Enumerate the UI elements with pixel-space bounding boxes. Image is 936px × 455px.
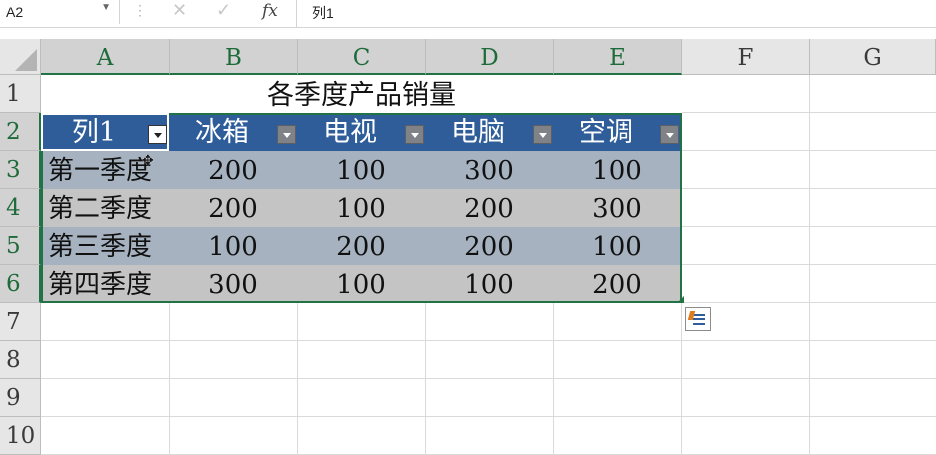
gridline [809, 75, 810, 455]
table-cell[interactable]: 100 [425, 265, 553, 303]
gridline [41, 378, 936, 379]
gridline [41, 416, 936, 417]
table-header-label: 冰箱 [195, 117, 249, 148]
formula-input[interactable]: 列1 [312, 3, 334, 23]
table-cell[interactable]: 200 [297, 227, 425, 265]
table-cell[interactable]: 100 [297, 265, 425, 303]
name-box-value: A2 [6, 4, 24, 20]
formula-bar: A2 ▼ ⋮ ✕ ✓ fx 列1 [0, 0, 936, 28]
select-all-corner[interactable] [0, 39, 41, 75]
row-header-9[interactable]: 9 [0, 379, 41, 417]
table-cell[interactable]: 300 [425, 151, 553, 189]
column-header-e[interactable]: E [554, 39, 682, 75]
insert-function-icon[interactable]: fx [262, 1, 278, 21]
table-cell[interactable]: 200 [425, 227, 553, 265]
row-header-5[interactable]: 5 [0, 227, 41, 265]
filter-dropdown-icon[interactable] [533, 125, 552, 144]
table-header-label: 电脑 [451, 117, 505, 148]
quick-analysis-icon[interactable] [685, 307, 711, 331]
table-cell[interactable]: 100 [297, 189, 425, 227]
enter-check-icon[interactable]: ✓ [216, 0, 231, 21]
table-cell[interactable]: 200 [425, 189, 553, 227]
name-box-dropdown-icon[interactable]: ▼ [101, 2, 111, 13]
table-cell[interactable]: 300 [553, 189, 681, 227]
table-cell[interactable]: 200 [169, 151, 297, 189]
row-header-3[interactable]: 3 [0, 151, 41, 189]
column-header-c[interactable]: C [298, 39, 426, 75]
table-cell[interactable]: 200 [169, 189, 297, 227]
table-cell[interactable]: 100 [553, 227, 681, 265]
column-header-b[interactable]: B [170, 39, 298, 75]
column-header-g[interactable]: G [810, 39, 936, 75]
table-row: 第一季度 200 100 300 100 [41, 151, 682, 189]
mouse-cursor-move-icon: ✥ [142, 153, 154, 169]
row-header-bar: 1 2 3 4 5 6 7 8 9 10 [0, 75, 41, 455]
sheet-title-cell[interactable]: 各季度产品销量 [41, 75, 682, 113]
table-header-label: 空调 [579, 117, 633, 148]
table-cell[interactable]: 第二季度 [41, 189, 169, 227]
formula-bar-grip-icon: ⋮ [133, 2, 147, 18]
filter-dropdown-icon[interactable] [277, 125, 296, 144]
row-header-2[interactable]: 2 [0, 113, 41, 151]
table-cell[interactable]: 100 [169, 227, 297, 265]
row-header-10[interactable]: 10 [0, 417, 41, 455]
formula-bar-divider [296, 0, 297, 27]
row-header-4[interactable]: 4 [0, 189, 41, 227]
table-resize-handle[interactable] [675, 294, 684, 303]
name-box[interactable]: A2 ▼ [0, 0, 120, 24]
row-header-8[interactable]: 8 [0, 341, 41, 379]
table-cell[interactable]: 100 [553, 151, 681, 189]
table-cell[interactable]: 第四季度 [41, 265, 169, 303]
table-cell[interactable]: 100 [297, 151, 425, 189]
filter-dropdown-icon[interactable] [660, 125, 679, 144]
column-header-f[interactable]: F [682, 39, 810, 75]
table-header-label: 电视 [323, 117, 377, 148]
row-header-7[interactable]: 7 [0, 303, 41, 341]
table-cell[interactable]: 200 [553, 265, 681, 303]
row-header-6[interactable]: 6 [0, 265, 41, 303]
table-row: 第二季度 200 100 200 300 [41, 189, 682, 227]
table-row: 第三季度 100 200 200 100 [41, 227, 682, 265]
gridline [41, 340, 936, 341]
active-cell-indicator [41, 113, 169, 151]
column-header-bar: A B C D E F G [0, 39, 936, 75]
select-all-triangle-icon [15, 49, 37, 71]
column-header-a[interactable]: A [41, 39, 170, 75]
table-cell[interactable]: 第三季度 [41, 227, 169, 265]
row-header-1[interactable]: 1 [0, 75, 41, 113]
table-row: 第四季度 300 100 100 200 [41, 265, 682, 303]
table-cell[interactable]: 300 [169, 265, 297, 303]
filter-dropdown-icon[interactable] [405, 125, 424, 144]
worksheet-grid[interactable]: 各季度产品销量 列1 冰箱 电视 电脑 空调 第一季度 200 100 300 … [41, 75, 936, 455]
quick-analysis-line-mid [693, 318, 705, 320]
cancel-x-icon[interactable]: ✕ [172, 0, 187, 21]
toolbar-gap [0, 28, 936, 39]
column-header-d[interactable]: D [426, 39, 554, 75]
